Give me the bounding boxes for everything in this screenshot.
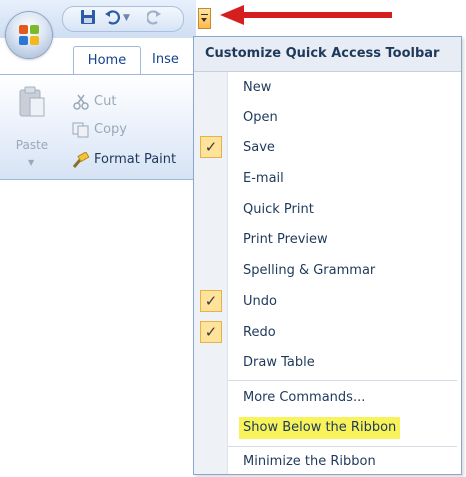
menu-item-label: Print Preview [243,232,328,247]
menu-item-label: Save [243,140,275,155]
menu-separator [228,380,457,381]
checkmark-icon: ✓ [200,290,222,312]
undo-icon[interactable] [104,9,120,25]
save-icon[interactable] [80,9,96,25]
copy-icon [72,122,89,138]
menu-item-label: New [243,80,272,95]
paste-dropdown-icon[interactable]: ▼ [28,158,34,167]
menu-item-show-below-ribbon[interactable]: Show Below the Ribbon [194,415,461,441]
menu-item-more-commands[interactable]: More Commands... [194,385,461,411]
menu-item-redo[interactable]: ✓ Redo [194,320,461,346]
menu-item-label: Open [243,110,278,125]
menu-item-minimize-ribbon[interactable]: Minimize the Ribbon [194,449,461,475]
menu-item-quick-print[interactable]: Quick Print [194,197,461,223]
office-logo-icon [19,25,39,45]
redo-icon[interactable] [147,9,163,25]
menu-item-label: E-mail [243,171,284,186]
menu-item-label: Redo [243,325,276,340]
office-button[interactable] [6,12,52,58]
menu-item-label: Quick Print [243,202,314,217]
menu-item-label: Undo [243,294,277,309]
menu-item-label: Draw Table [243,355,315,370]
menu-item-label: Minimize the Ribbon [243,454,376,469]
menu-item-label: Spelling & Grammar [243,263,376,278]
menu-item-email[interactable]: E-mail [194,166,461,192]
customize-dropdown-icon[interactable] [198,8,211,29]
menu-item-print-preview[interactable]: Print Preview [194,227,461,253]
paste-icon [19,86,45,117]
customize-quick-access-menu: Customize Quick Access Toolbar New Open … [193,36,462,475]
menu-title: Customize Quick Access Toolbar [194,37,461,72]
menu-item-label: More Commands... [243,390,366,405]
checkmark-icon: ✓ [200,321,222,343]
menu-item-draw-table[interactable]: Draw Table [194,350,461,376]
tab-home[interactable]: Home [73,46,141,75]
checkmark-icon: ✓ [200,136,222,158]
copy-label: Copy [94,122,127,137]
format-painter-icon [72,152,90,168]
menu-item-new[interactable]: New [194,75,461,101]
red-arrow-annotation [220,5,392,25]
cut-label: Cut [94,94,117,109]
menu-item-open[interactable]: Open [194,105,461,131]
undo-dropdown-icon[interactable]: ▼ [123,13,130,23]
menu-item-undo[interactable]: ✓ Undo [194,289,461,315]
menu-item-spelling-grammar[interactable]: Spelling & Grammar [194,258,461,284]
menu-item-label: Show Below the Ribbon [239,417,401,439]
format-painter-button[interactable]: Format Paint [72,150,196,170]
cut-icon [73,94,89,110]
paste-label: Paste [15,138,49,152]
format-painter-label: Format Paint [94,152,177,167]
menu-item-save[interactable]: ✓ Save [194,135,461,161]
paste-button[interactable]: Paste ▼ [10,86,54,167]
menu-separator [228,446,457,447]
tab-insert[interactable]: Inse [152,46,196,74]
